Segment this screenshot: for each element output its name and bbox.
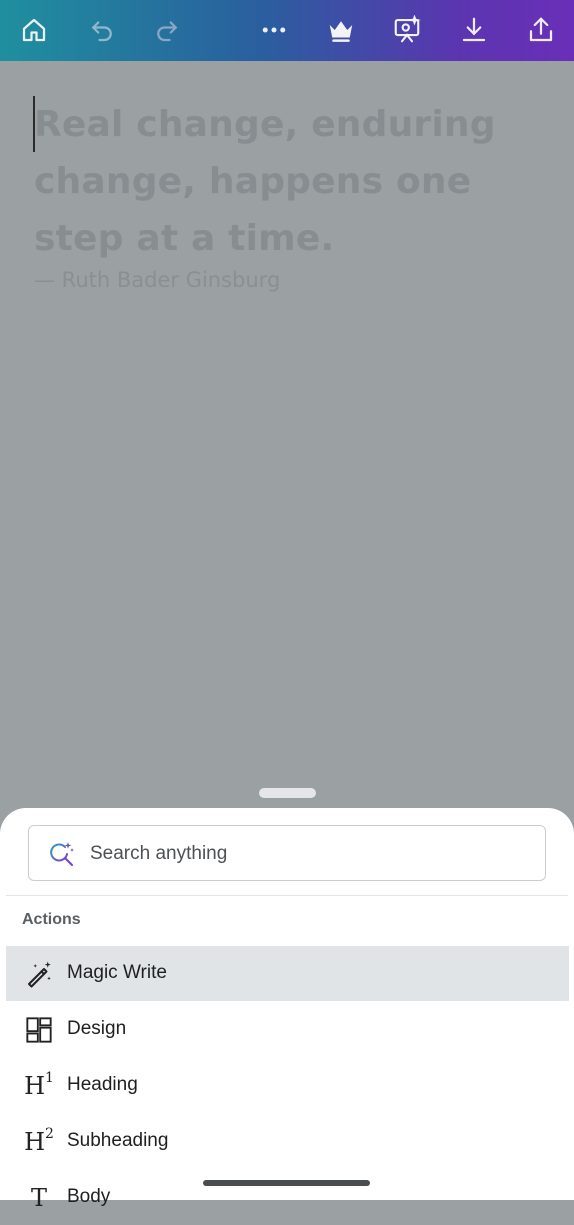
home-icon[interactable] [16,12,52,48]
action-label: Design [67,1018,127,1039]
action-label: Subheading [67,1130,169,1151]
actions-bottom-sheet: Search anything Actions Magic Write Desi… [0,808,574,1212]
share-icon[interactable] [523,12,559,48]
heading1-icon: H1 [24,1070,54,1100]
redo-icon[interactable] [149,12,185,48]
undo-icon[interactable] [84,12,120,48]
quote-text[interactable]: Real change, enduring change, happens on… [34,96,534,267]
action-item-magic-write[interactable]: Magic Write [6,946,569,1001]
crown-icon[interactable] [323,12,359,48]
top-toolbar [0,0,574,61]
action-label: Heading [67,1074,138,1095]
download-icon[interactable] [456,12,492,48]
quote-line: change, happens one [34,161,472,202]
action-item-body[interactable]: T Body [6,1170,569,1225]
heading2-icon: H2 [24,1126,54,1156]
quote-line: step at a time. [34,218,335,259]
present-icon[interactable] [389,12,425,48]
section-title: Actions [22,911,81,928]
quote-author[interactable]: — Ruth Bader Ginsburg [34,268,280,292]
search-input[interactable]: Search anything [28,825,546,881]
more-icon[interactable] [256,12,292,48]
action-label: Magic Write [67,962,167,983]
layout-icon [23,1014,55,1046]
sheet-drag-handle[interactable] [259,788,316,798]
quote-line: Real change, enduring [34,104,496,145]
action-item-subheading[interactable]: H2 Subheading [6,1114,569,1169]
action-item-design[interactable]: Design [6,1002,569,1057]
action-label: Body [67,1186,111,1207]
magic-wand-icon [23,958,55,990]
divider [6,895,568,896]
system-home-indicator[interactable] [203,1180,370,1186]
action-item-heading[interactable]: H1 Heading [6,1058,569,1113]
search-placeholder: Search anything [90,843,228,864]
magic-search-icon [50,842,74,866]
text-icon: T [30,1184,47,1212]
